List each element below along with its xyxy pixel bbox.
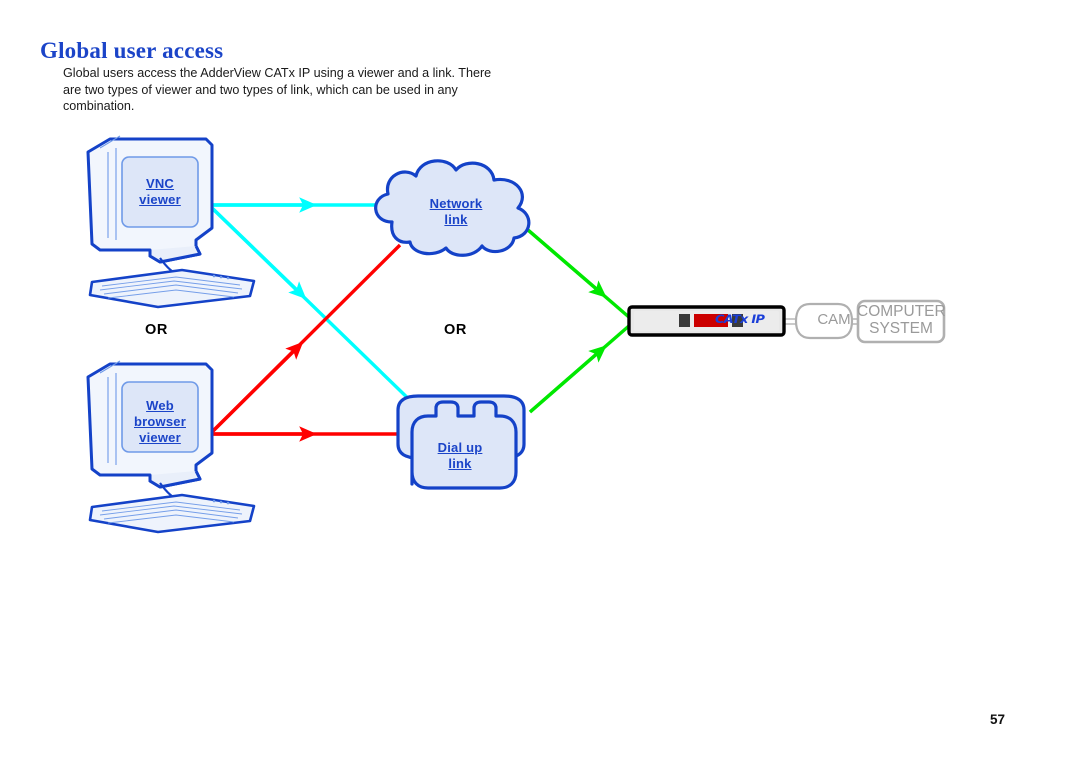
connection-web-to-network (210, 243, 402, 434)
page-number: 57 (990, 712, 1006, 727)
network-link-label-line2: link (444, 212, 468, 227)
connection-vnc-to-dialup (210, 206, 420, 410)
web-browser-viewer-label: Web browser viewer (122, 398, 198, 446)
vnc-viewer-computer-icon (86, 135, 256, 309)
vnc-viewer-label-line2: viewer (139, 192, 181, 207)
connection-dialup-to-device (528, 323, 632, 414)
page-title: Global user access (40, 38, 224, 63)
or-label-left: OR (145, 322, 168, 338)
dial-up-link-label: Dial up link (422, 440, 498, 472)
web-viewer-label-line3: viewer (139, 430, 181, 445)
computer-system-label: COMPUTER SYSTEM (857, 303, 946, 337)
connection-network-to-device (526, 228, 632, 320)
vnc-viewer-label: VNC viewer (122, 176, 198, 208)
page-root: Global user access Global users access t… (0, 0, 1080, 763)
sidebar: ADDER® INSTALLATION CONFIGURATION OPERAT… (988, 0, 1080, 763)
vnc-viewer-label-line1: VNC (145, 176, 175, 191)
device-led-left (679, 314, 690, 327)
web-browser-viewer-computer-icon (86, 360, 256, 534)
web-viewer-label-line1: Web (146, 398, 174, 413)
intro-paragraph: Global users access the AdderView CATx I… (63, 66, 492, 113)
computer-system-label-line1: COMPUTER (857, 303, 946, 320)
computer-system-label-line2: SYSTEM (869, 320, 933, 337)
dial-up-link-label-line2: link (448, 456, 472, 471)
dial-up-link-label-line1: Dial up (437, 440, 483, 455)
network-link-label-line1: Network (429, 196, 483, 211)
or-label-middle: OR (444, 322, 467, 338)
device-front-panel-logo: CATx IP (715, 312, 765, 326)
network-link-label: Network link (418, 196, 494, 228)
web-viewer-label-line2: browser (134, 414, 186, 429)
connection-device-to-cam (783, 318, 808, 325)
cam-label: CAM (817, 311, 851, 328)
